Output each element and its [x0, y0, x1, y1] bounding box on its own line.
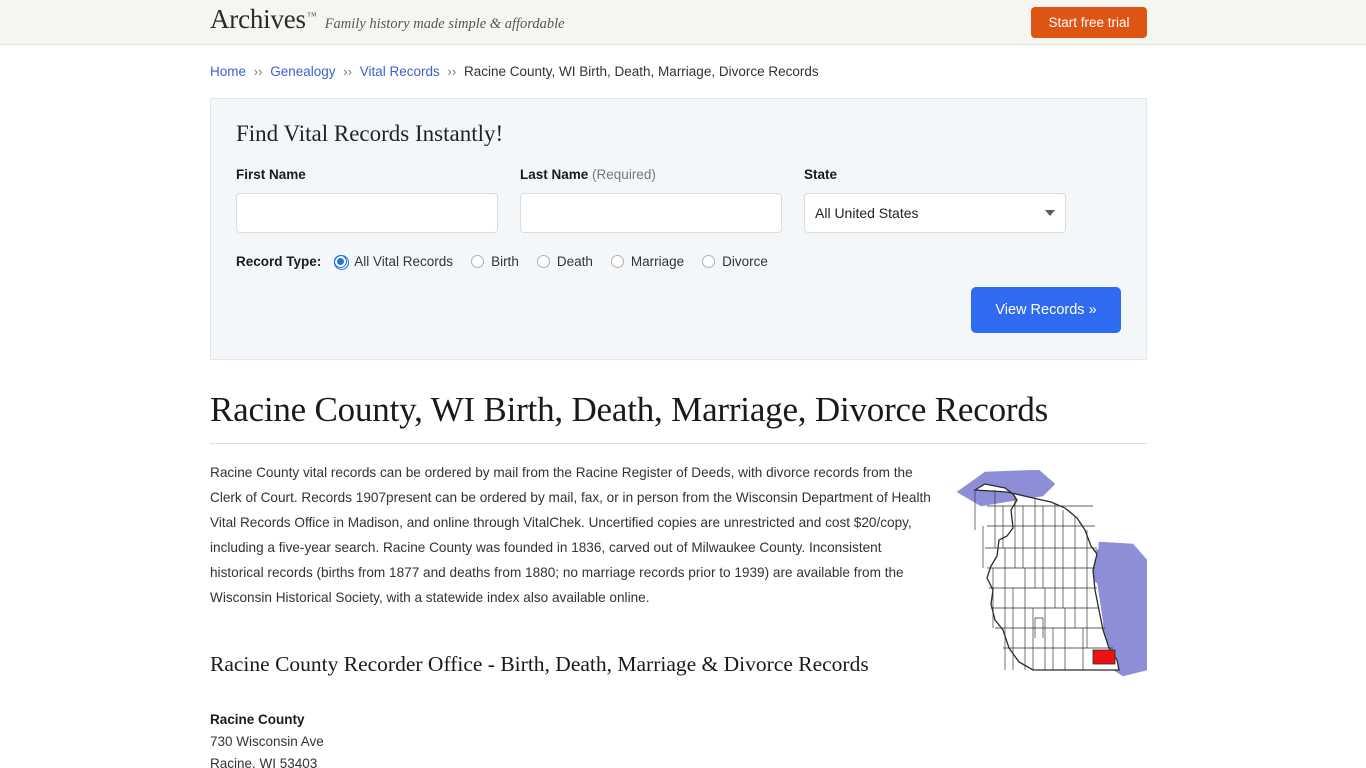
record-type-label: Record Type: — [236, 254, 322, 269]
radio-indicator-icon — [334, 255, 350, 270]
page-title: Racine County, WI Birth, Death, Marriage… — [210, 390, 1049, 429]
article-paragraph: Racine County vital records can be order… — [210, 465, 931, 606]
radio-indicator-icon — [610, 255, 624, 268]
view-records-button[interactable]: View Records » — [971, 287, 1121, 333]
office-name: Racine County — [210, 712, 305, 728]
search-field-row: First Name Last Name (Required) State Al… — [236, 167, 1121, 233]
last-name-input[interactable] — [520, 193, 782, 233]
header-inner: Archives ™ Family history made simple & … — [0, 0, 1366, 44]
first-name-label: First Name — [236, 167, 306, 182]
breadcrumb-item-home[interactable]: Home — [210, 64, 246, 79]
first-name-input[interactable] — [236, 193, 498, 233]
office-street: 730 Wisconsin Ave — [210, 734, 324, 750]
radio-birth[interactable]: Birth — [471, 254, 519, 269]
breadcrumb-item-genealogy[interactable]: Genealogy — [270, 64, 335, 79]
breadcrumb-item-current: Racine County, WI Birth, Death, Marriage… — [463, 64, 819, 79]
state-select[interactable]: All United States — [804, 193, 1066, 233]
breadcrumb-separator-icon: ›› — [343, 64, 352, 79]
brand-tagline: Family history made simple & affordable — [324, 16, 565, 32]
radio-divorce[interactable]: Divorce — [702, 254, 768, 269]
trademark-icon: ™ — [306, 11, 317, 22]
radio-label: Death — [556, 254, 593, 269]
last-name-required-note: (Required) — [592, 167, 656, 182]
vital-records-search-panel: Find Vital Records Instantly! First Name… — [210, 98, 1147, 360]
radio-indicator-icon — [471, 255, 485, 268]
page-body: Home ›› Genealogy ›› Vital Records ›› Ra… — [0, 63, 1366, 768]
last-name-field-group: Last Name (Required) — [520, 167, 782, 233]
last-name-label: Last Name (Required) — [520, 167, 782, 182]
site-header: Archives ™ Family history made simple & … — [0, 0, 1366, 45]
brand-name: Archives — [210, 4, 306, 34]
record-type-row: Record Type: All Vital Records Birth Dea… — [236, 254, 1121, 270]
start-free-trial-button[interactable]: Start free trial — [1031, 7, 1147, 38]
site-logo[interactable]: Archives ™ Family history made simple & … — [210, 6, 565, 33]
breadcrumb-separator-icon: ›› — [447, 64, 457, 79]
breadcrumb-item-vital-records[interactable]: Vital Records — [360, 64, 440, 79]
office-city-state-zip: Racine, WI 53403 — [210, 756, 318, 768]
radio-label: Birth — [491, 254, 519, 269]
radio-indicator-icon — [536, 255, 550, 268]
radio-indicator-icon — [702, 255, 716, 268]
radio-all-vital-records[interactable]: All Vital Records — [334, 254, 454, 270]
state-label: State — [804, 167, 838, 182]
last-name-label-text: Last Name — [520, 167, 589, 182]
title-divider — [210, 443, 1147, 445]
state-select-wrap: All United States — [804, 193, 1066, 233]
radio-label: Divorce — [722, 254, 768, 269]
breadcrumb: Home ›› Genealogy ›› Vital Records ›› Ra… — [210, 63, 1147, 81]
search-panel-title: Find Vital Records Instantly! — [236, 121, 504, 146]
recorder-office-address: Racine County 730 Wisconsin Ave Racine, … — [210, 709, 1147, 768]
breadcrumb-separator-icon: ›› — [253, 64, 263, 79]
article-content: Racine County vital records can be order… — [210, 460, 1147, 768]
wisconsin-county-map — [956, 470, 1147, 677]
radio-label: Marriage — [630, 254, 685, 269]
radio-death[interactable]: Death — [536, 254, 593, 269]
radio-label: All Vital Records — [354, 254, 454, 269]
search-panel-actions: View Records » — [236, 287, 1121, 333]
state-field-group: State All United States — [804, 167, 1066, 233]
radio-marriage[interactable]: Marriage — [610, 254, 685, 269]
first-name-field-group: First Name — [236, 167, 498, 233]
